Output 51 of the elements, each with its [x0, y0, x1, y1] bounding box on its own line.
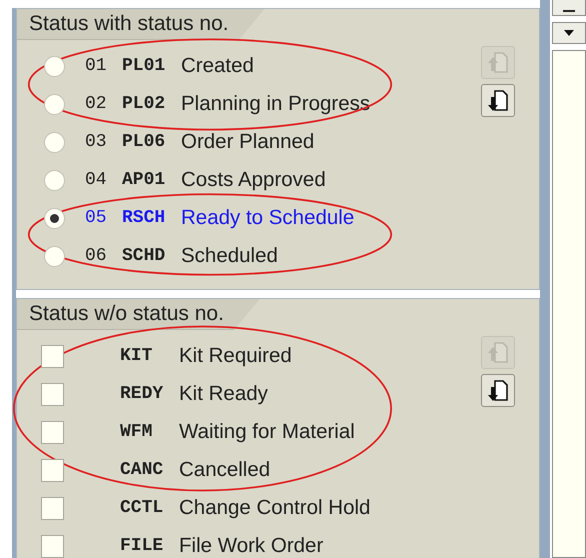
status-text: Ready to Schedule	[181, 204, 354, 231]
page-up-arrow-icon	[487, 50, 509, 74]
status-number: 02	[85, 92, 108, 116]
status-text: Costs Approved	[181, 166, 326, 193]
dropdown-button[interactable]	[552, 22, 586, 44]
status-number: 04	[85, 168, 108, 192]
checkbox[interactable]	[41, 420, 64, 444]
status-text: Planning in Progress	[181, 90, 370, 117]
status-text: Scheduled	[181, 242, 278, 269]
status-code: FILE	[120, 534, 164, 558]
status-number: 03	[85, 130, 108, 154]
radio-button[interactable]	[44, 208, 65, 228]
status-code: AP01	[122, 168, 166, 192]
page-down-arrow-icon	[487, 378, 509, 402]
checkbox[interactable]	[41, 534, 64, 558]
page-down-arrow-icon	[487, 88, 509, 112]
status-code: SCHD	[122, 244, 166, 268]
status-text: Change Control Hold	[179, 494, 370, 521]
radio-button[interactable]	[44, 94, 65, 114]
radio-button[interactable]	[44, 246, 65, 266]
status-number: 01	[85, 54, 108, 78]
status-code: CANC	[120, 458, 164, 482]
move-down-button[interactable]	[481, 84, 515, 117]
status-code: PL01	[122, 54, 166, 78]
status-code: PL06	[122, 130, 166, 154]
radio-button[interactable]	[44, 170, 65, 190]
status-code: KIT	[120, 344, 154, 368]
status-text: Waiting for Material	[179, 418, 355, 445]
down-arrow-icon	[564, 30, 574, 36]
status-number: 06	[85, 244, 108, 268]
radio-button[interactable]	[44, 56, 65, 76]
scroll-up-button[interactable]	[552, 0, 586, 16]
status-text: Kit Required	[179, 342, 292, 369]
status-code: REDY	[120, 382, 164, 406]
status-text: File Work Order	[179, 532, 324, 558]
status-code: RSCH	[122, 206, 166, 230]
page-up-arrow-icon	[487, 340, 509, 364]
checkbox[interactable]	[41, 344, 64, 368]
status-text: Cancelled	[179, 456, 270, 483]
radio-button[interactable]	[44, 132, 65, 152]
checkbox[interactable]	[41, 496, 64, 520]
move-down-button[interactable]	[481, 374, 515, 407]
status-code: PL02	[122, 92, 166, 116]
checkbox[interactable]	[41, 458, 64, 482]
status-number: 05	[85, 206, 108, 230]
status-text: Order Planned	[181, 128, 314, 155]
status-code: CCTL	[120, 496, 164, 520]
status-text: Kit Ready	[179, 380, 268, 407]
checkbox[interactable]	[41, 382, 64, 406]
status-text: Created	[181, 52, 254, 79]
status-code: WFM	[120, 420, 154, 444]
